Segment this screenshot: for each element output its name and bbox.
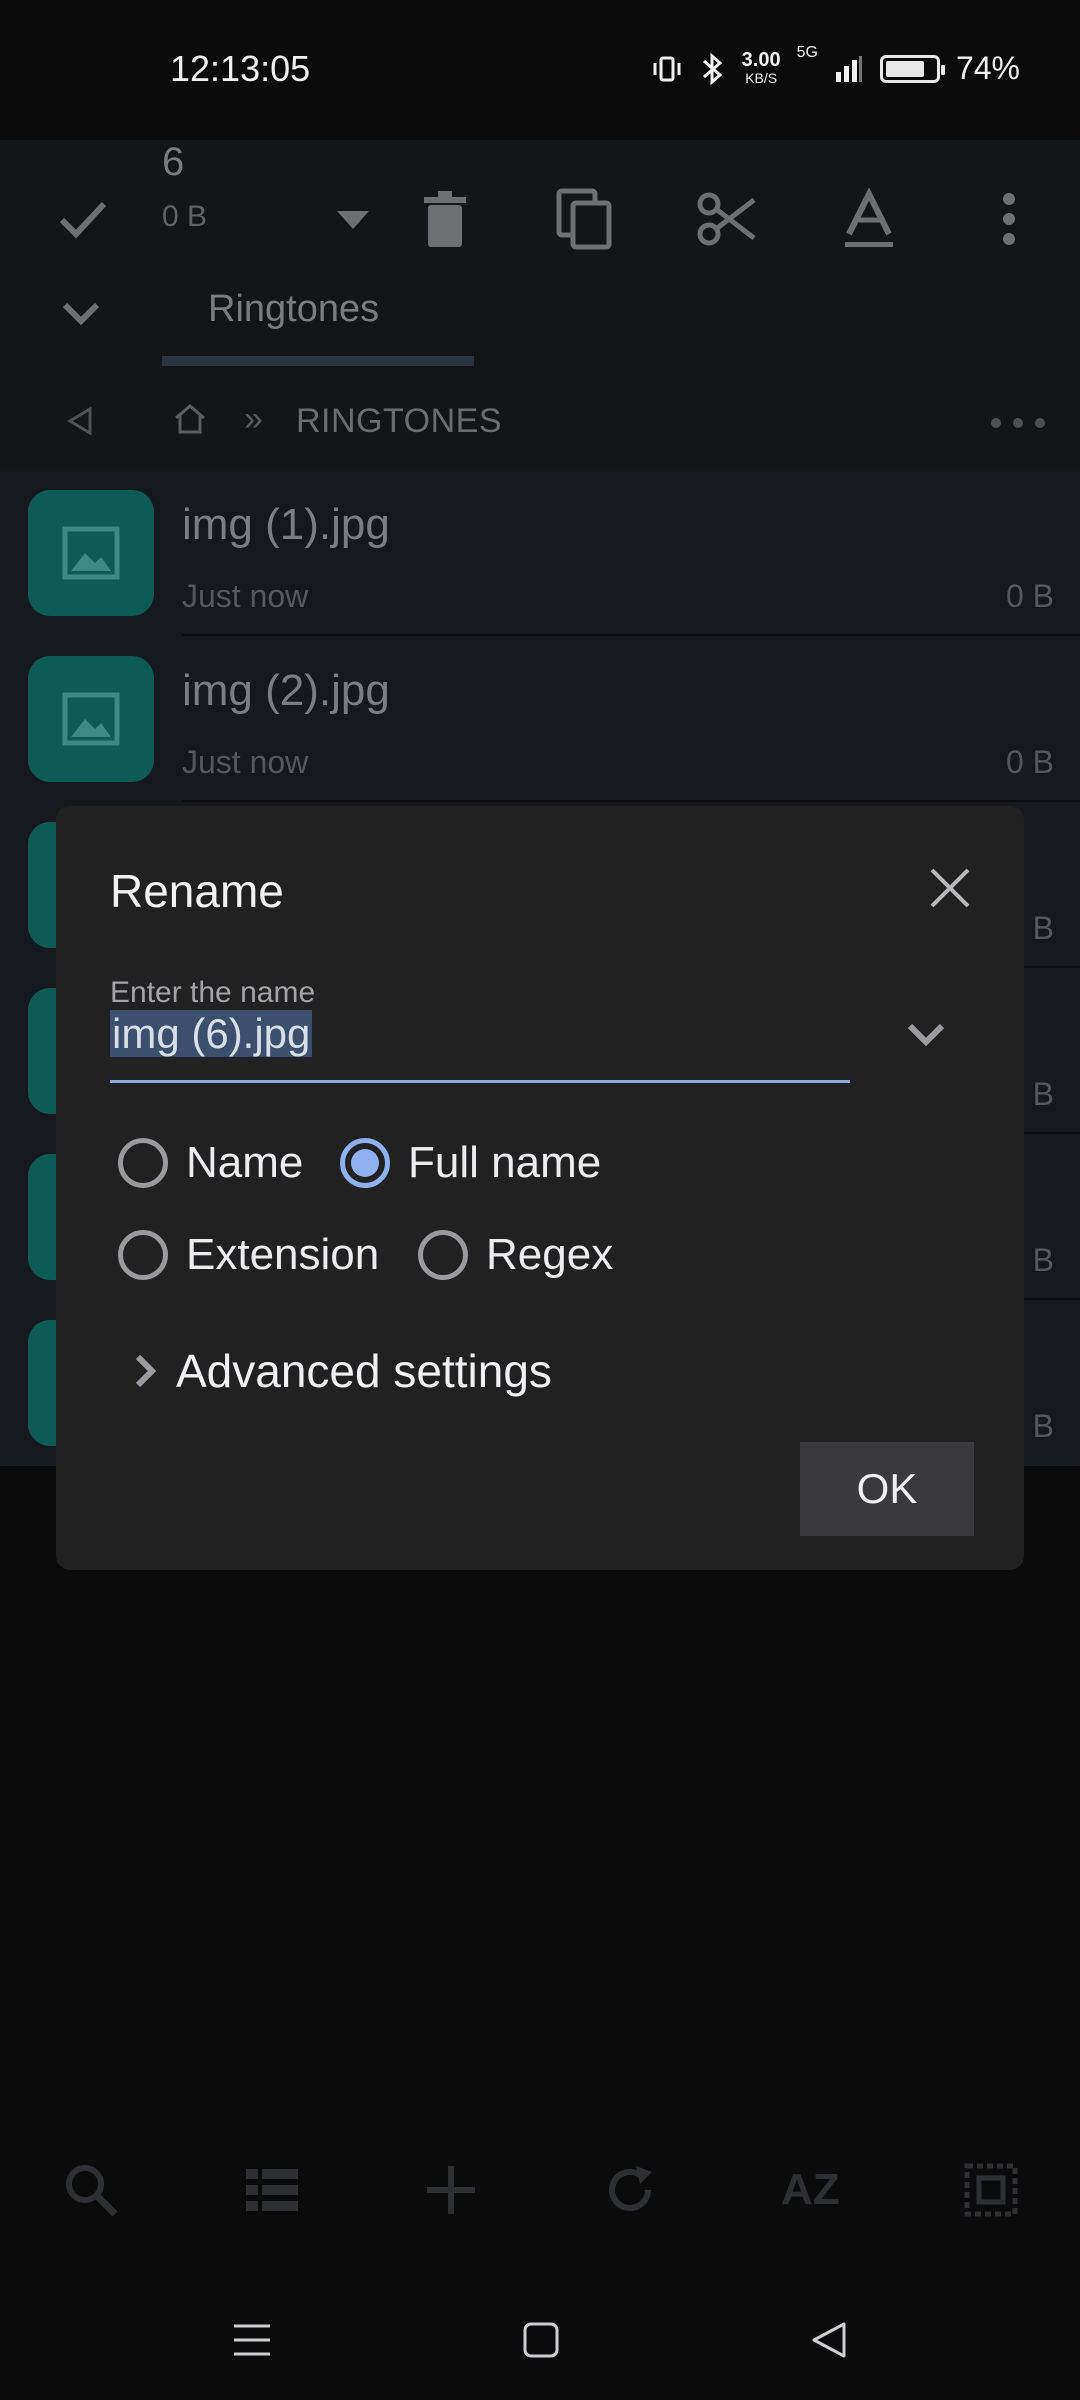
file-size: 0 B [1005,578,1054,614]
check-icon[interactable] [48,184,118,254]
selected-text: img (6).jpg [110,1010,313,1057]
rename-text-icon[interactable] [834,184,904,254]
list-item[interactable]: img (1).jpg Just now 0 B [0,470,1080,636]
status-icons: 3.00 KB/S 5G 74% [650,44,1020,87]
dropdown-arrow-icon[interactable] [318,184,388,254]
copy-icon[interactable] [550,184,620,254]
more-options-icon[interactable] [974,184,1044,254]
breadcrumb-folder[interactable]: RINGTONES [296,402,502,441]
ok-button[interactable]: OK [800,1442,974,1536]
selection-toolbar [0,140,1080,470]
radio-extension[interactable]: Extension [118,1230,379,1280]
close-icon[interactable] [926,864,974,912]
radio-button[interactable] [418,1230,468,1280]
list-item[interactable]: img (2).jpg Just now 0 B [0,636,1080,802]
system-nav-bar [0,2280,1080,2400]
chevron-right-icon [135,1354,157,1388]
name-field-label: Enter the name [110,976,316,1009]
radio-button[interactable] [118,1138,168,1188]
back-triangle-icon[interactable] [66,406,94,441]
image-file-icon [28,490,154,616]
radio-label: Full name [408,1138,602,1187]
file-size: 0 B [1005,744,1054,780]
select-all-icon[interactable] [963,2162,1019,2218]
collapse-chevron-icon[interactable] [46,278,116,348]
delete-icon[interactable] [410,184,480,254]
advanced-settings-label: Advanced settings [176,1345,552,1397]
radio-regex[interactable]: Regex [418,1230,613,1280]
breadcrumb-more-icon[interactable] [990,416,1046,434]
radio-button-selected[interactable] [340,1138,390,1188]
signal-icon [835,55,862,82]
sort-az-button[interactable]: AZ [781,2165,840,2215]
status-time: 12:13:05 [170,48,311,89]
chevron-down-icon[interactable] [896,1004,956,1064]
add-icon[interactable] [423,2162,479,2218]
tab-ringtones[interactable]: Ringtones [208,288,379,331]
file-size: B [1032,910,1054,946]
menu-nav-icon[interactable] [232,2322,272,2358]
file-name: img (2).jpg [182,666,390,715]
file-size: B [1032,1242,1054,1278]
back-nav-icon[interactable] [810,2320,848,2360]
radio-full-name[interactable]: Full name [340,1138,601,1188]
name-input[interactable]: img (6).jpg [110,1010,850,1070]
radio-label: Name [186,1138,304,1187]
radio-button[interactable] [118,1230,168,1280]
home-icon[interactable] [172,402,208,441]
file-name: img (1).jpg [182,500,390,549]
file-date: Just now [182,744,309,780]
selected-count: 6 [162,140,185,184]
net-speed: 3.00 KB/S [741,48,781,86]
refresh-icon[interactable] [602,2162,658,2218]
breadcrumb-separator: » [244,400,263,438]
radio-name[interactable]: Name [118,1138,303,1188]
dialog-title: Rename [110,865,284,917]
cut-icon[interactable] [692,184,762,254]
input-underline [110,1080,850,1083]
list-view-icon[interactable] [244,2165,300,2215]
rename-dialog: Rename Enter the name img (6).jpg Name F… [56,806,1024,1570]
status-bar: 12:13:05 3.00 KB/S 5G 74% [0,0,1080,140]
file-size: B [1032,1076,1054,1112]
image-file-icon [28,656,154,782]
battery-icon [879,54,945,83]
bottom-toolbar: AZ [0,2130,1080,2250]
search-icon[interactable] [61,2160,121,2220]
network-type: 5G [796,44,818,61]
vibrate-icon [653,56,681,81]
advanced-settings-toggle[interactable]: Advanced settings [130,1344,552,1398]
file-size: B [1032,1408,1054,1444]
radio-label: Extension [186,1230,380,1279]
selected-size: 0 B [162,200,208,233]
home-nav-icon[interactable] [522,2321,560,2359]
file-date: Just now [182,578,309,614]
bluetooth-icon [702,52,722,85]
radio-label: Regex [486,1230,614,1279]
battery-level: 74% [955,50,1020,86]
tab-indicator [162,356,474,366]
